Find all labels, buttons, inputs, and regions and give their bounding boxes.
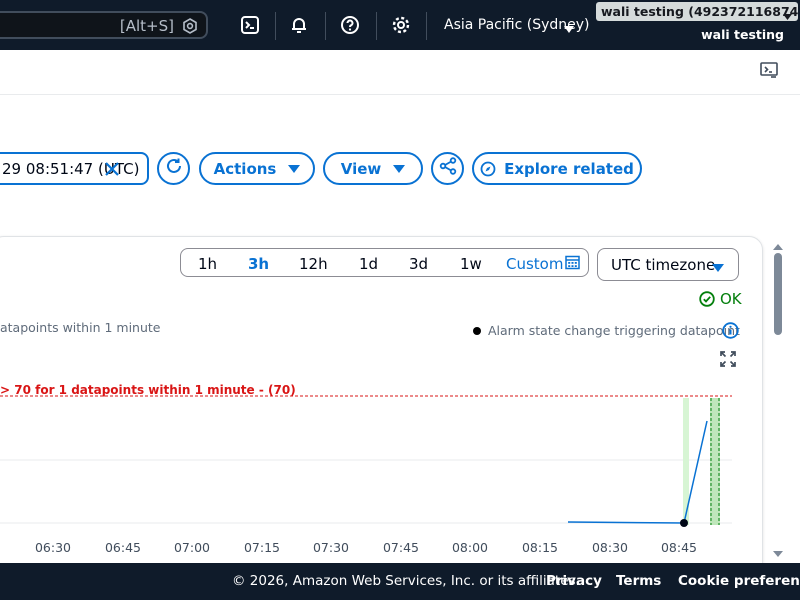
range-1h[interactable]: 1h [198,255,217,273]
nav-divider [426,12,427,40]
account-label: wali testing (492372116874) [601,4,800,19]
nav-divider [275,12,276,40]
search-shortcut-icon [182,18,198,39]
help-icon[interactable] [338,13,362,37]
check-circle-icon [699,291,715,307]
refresh-icon [165,157,183,180]
compass-icon [480,161,496,177]
x-axis-tick: 06:45 [104,540,142,555]
range-3d[interactable]: 3d [409,255,428,273]
time-range-segmented-control: 1h 3h 12h 1d 3d 1w Custom [180,248,589,277]
view-label: View [340,159,382,178]
caret-down-icon [393,160,406,178]
cloudshell-icon[interactable] [238,13,262,37]
chart-legend: Alarm state change triggering datapoint [473,323,740,338]
caret-down-icon [288,160,301,178]
x-axis-tick: 07:15 [243,540,281,555]
alarm-trigger-point [680,519,688,527]
view-button[interactable]: View [323,152,423,185]
timezone-value: UTC timezone [611,256,716,274]
nav-divider [376,12,377,40]
alarm-state-label: OK [720,290,742,308]
x-axis-tick: 07:45 [382,540,420,555]
search-shortcut-hint: [Alt+S] [119,17,174,35]
x-axis-tick: 07:30 [312,540,350,555]
actions-button[interactable]: Actions [199,152,315,185]
graph-subtitle: atapoints within 1 minute [0,320,161,335]
x-axis-tick: 08:00 [451,540,489,555]
timezone-select[interactable]: UTC timezone [597,248,739,281]
threshold-label: > 70 for 1 datapoints within 1 minute - … [0,383,296,397]
x-axis-tick: 08:30 [591,540,629,555]
nav-divider [325,12,326,40]
metric-line-chart [0,395,732,527]
bell-icon[interactable] [287,13,311,37]
gear-icon[interactable] [389,13,413,37]
calendar-icon[interactable] [565,255,580,275]
range-custom[interactable]: Custom [506,255,563,273]
close-icon[interactable] [104,161,120,182]
caret-down-icon [564,21,574,39]
explore-related-label: Explore related [504,159,634,178]
range-1d[interactable]: 1d [359,255,378,273]
explore-related-button[interactable]: Explore related [472,152,642,185]
privacy-link[interactable]: Privacy [546,573,602,589]
x-axis-tick: 08:15 [521,540,559,555]
x-axis-tick: 06:30 [34,540,72,555]
share-button[interactable] [431,152,464,185]
range-3h[interactable]: 3h [248,255,269,273]
actions-label: Actions [213,159,277,178]
terms-link[interactable]: Terms [616,573,661,589]
caret-down-icon [783,8,792,26]
legend-dot-icon [473,326,481,335]
secondary-toolbar [0,50,800,95]
expand-icon[interactable] [720,351,736,372]
copyright-text: © 2026, Amazon Web Services, Inc. or its… [232,573,580,589]
scroll-down-icon[interactable] [772,545,784,563]
account-menu[interactable]: wali testing (492372116874) [596,2,800,21]
cookie-preferences-link[interactable]: Cookie preferences [678,573,800,589]
caret-down-icon [712,260,724,278]
x-axis-tick: 08:45 [660,540,698,555]
share-icon [439,157,457,180]
x-axis-tick: 07:00 [173,540,211,555]
user-name: wali testing [701,27,784,42]
range-12h[interactable]: 12h [299,255,328,273]
cloudshell-panel-icon[interactable] [760,62,778,85]
info-icon[interactable] [722,322,739,344]
page-footer: © 2026, Amazon Web Services, Inc. or its… [0,563,800,600]
alarm-state-status: OK [699,290,742,308]
time-range-input[interactable]: 29 08:51:47 (UTC) [0,152,149,185]
refresh-button[interactable] [157,152,190,185]
search-input[interactable]: [Alt+S] [0,11,208,39]
top-navigation: [Alt+S] Asia Pacific (Sydney) wali testi… [0,0,800,50]
range-1w[interactable]: 1w [460,255,482,273]
scrollbar-thumb[interactable] [774,253,782,335]
legend-label: Alarm state change triggering datapoint [488,323,740,338]
